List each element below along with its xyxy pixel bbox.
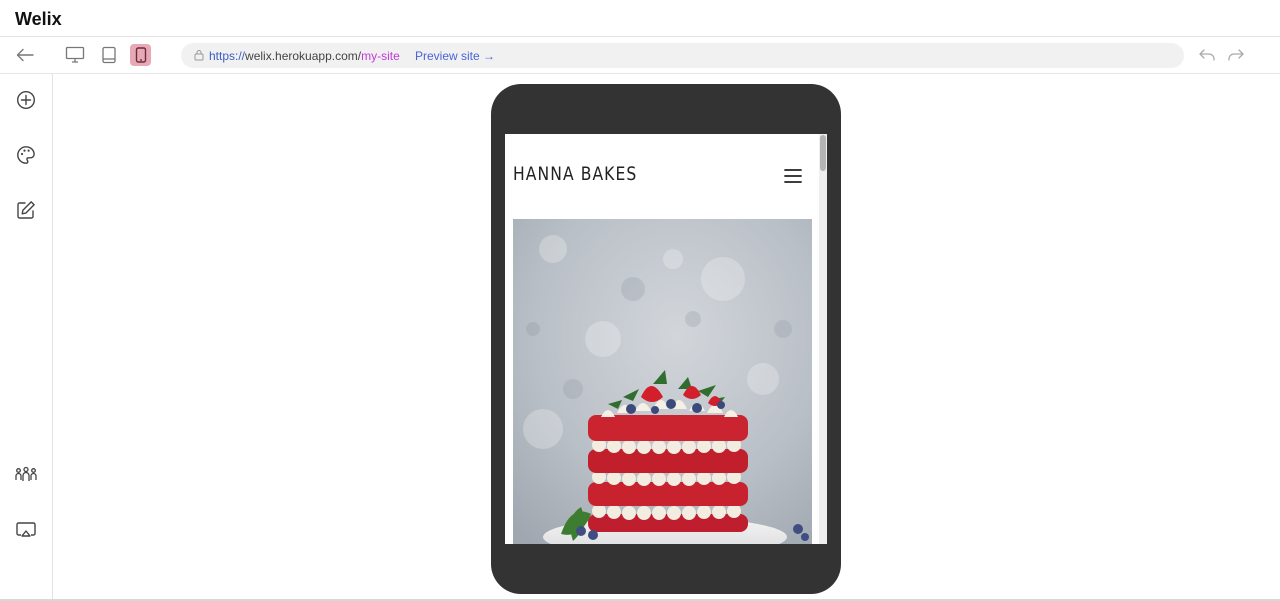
- mobile-device-frame: HANNA BAKES: [491, 84, 841, 594]
- desktop-icon: [65, 46, 85, 63]
- edit-button[interactable]: [14, 198, 38, 222]
- url-host: welix.herokuapp.com/: [245, 49, 362, 63]
- add-element-button[interactable]: [14, 88, 38, 112]
- team-button[interactable]: [14, 463, 38, 487]
- url-bar[interactable]: https://welix.herokuapp.com/my-site Prev…: [181, 43, 1184, 68]
- undo-icon: [1199, 49, 1215, 61]
- editor-sidebar: [0, 74, 53, 601]
- back-button[interactable]: [13, 43, 37, 67]
- site-preview-screen[interactable]: HANNA BAKES: [505, 134, 827, 544]
- undo-button[interactable]: [1195, 43, 1219, 67]
- url-path: my-site: [361, 49, 400, 63]
- app-header: Welix: [0, 0, 1280, 37]
- lock-icon: [194, 50, 204, 61]
- team-icon: [15, 466, 37, 481]
- palette-icon: [17, 146, 35, 164]
- redo-button[interactable]: [1224, 43, 1248, 67]
- redo-icon: [1228, 49, 1244, 61]
- arrow-left-icon: [16, 48, 34, 62]
- edit-icon: [17, 201, 35, 219]
- hamburger-icon: [784, 169, 802, 183]
- tablet-view-button[interactable]: [97, 43, 121, 67]
- preview-site-link[interactable]: Preview site →: [415, 49, 495, 63]
- site-title[interactable]: HANNA BAKES: [513, 163, 637, 185]
- site-menu-button[interactable]: [783, 167, 803, 185]
- preview-scrollbar[interactable]: [819, 134, 827, 544]
- hero-cake-image[interactable]: [513, 219, 812, 544]
- desktop-view-button[interactable]: [63, 43, 87, 67]
- mobile-icon: [135, 47, 146, 63]
- editor-toolbar: https://welix.herokuapp.com/my-site Prev…: [0, 37, 1280, 74]
- app-logo-text: Welix: [15, 9, 62, 29]
- plus-circle-icon: [16, 90, 36, 110]
- preview-scrollbar-thumb[interactable]: [820, 135, 826, 171]
- site-url: https://welix.herokuapp.com/my-site: [209, 49, 400, 63]
- url-protocol: https://: [209, 49, 246, 63]
- mobile-view-button[interactable]: [130, 44, 151, 66]
- screen-share-icon: [16, 522, 36, 537]
- present-button[interactable]: [14, 518, 38, 542]
- theme-button[interactable]: [14, 143, 38, 167]
- tablet-icon: [102, 46, 116, 64]
